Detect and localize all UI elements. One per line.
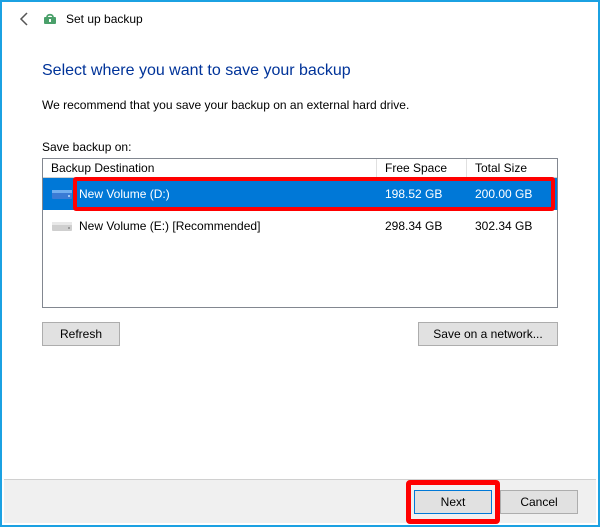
save-network-button[interactable]: Save on a network... xyxy=(418,322,558,346)
page-heading: Select where you want to save your backu… xyxy=(42,62,558,80)
list-header: Backup Destination Free Space Total Size xyxy=(43,159,557,178)
destination-free: 298.34 GB xyxy=(377,219,467,233)
refresh-button[interactable]: Refresh xyxy=(42,322,120,346)
destination-total: 302.34 GB xyxy=(467,219,557,233)
window-title: Set up backup xyxy=(66,12,143,26)
destination-name: New Volume (E:) [Recommended] xyxy=(79,219,377,233)
destination-total: 200.00 GB xyxy=(467,187,557,201)
col-free-space[interactable]: Free Space xyxy=(377,159,467,177)
back-arrow-icon[interactable] xyxy=(16,10,34,28)
col-destination[interactable]: Backup Destination xyxy=(43,159,377,177)
destination-list[interactable]: Backup Destination Free Space Total Size… xyxy=(42,158,558,308)
next-button[interactable]: Next xyxy=(414,490,492,514)
destination-free: 198.52 GB xyxy=(377,187,467,201)
list-item[interactable]: New Volume (D:) 198.52 GB 200.00 GB xyxy=(43,178,557,210)
content-area: Select where you want to save your backu… xyxy=(2,32,598,346)
mid-button-row: Refresh Save on a network... xyxy=(42,322,558,346)
recommendation-text: We recommend that you save your backup o… xyxy=(42,98,558,112)
titlebar: Set up backup xyxy=(2,2,598,32)
destination-name: New Volume (D:) xyxy=(79,187,377,201)
drive-icon xyxy=(49,184,75,204)
list-label: Save backup on: xyxy=(42,140,558,154)
list-item[interactable]: New Volume (E:) [Recommended] 298.34 GB … xyxy=(43,210,557,242)
drive-icon xyxy=(49,216,75,236)
footer-bar: Next Cancel xyxy=(4,479,596,523)
next-highlight: Next xyxy=(414,490,492,514)
cancel-button[interactable]: Cancel xyxy=(500,490,578,514)
backup-wizard-icon xyxy=(42,11,58,27)
list-rows: New Volume (D:) 198.52 GB 200.00 GB New … xyxy=(43,178,557,242)
col-total-size[interactable]: Total Size xyxy=(467,159,557,177)
